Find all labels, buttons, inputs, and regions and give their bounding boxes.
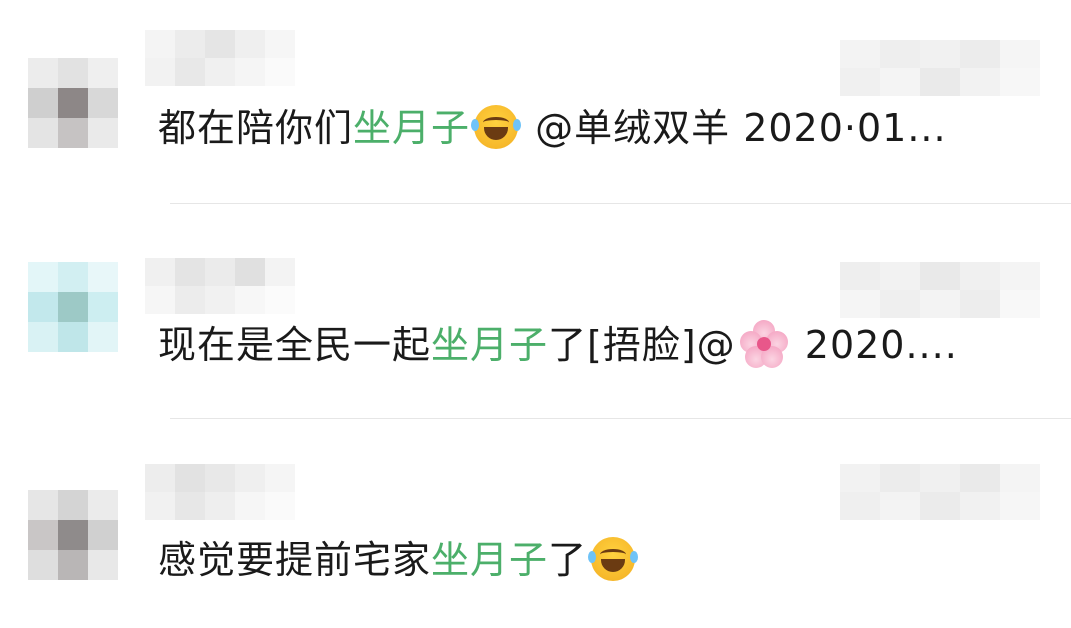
laughing-tears-emoji-icon — [588, 537, 639, 581]
topic-link[interactable]: 坐月子 — [353, 106, 470, 150]
comment-text-part: 都在陪你们 — [158, 106, 354, 150]
divider — [170, 203, 1071, 204]
timestamp-obscured — [840, 262, 1040, 318]
username-obscured[interactable] — [145, 30, 295, 86]
cherry-blossom-emoji-icon — [739, 320, 788, 368]
comment-text-part: 现在是全民一起 — [158, 323, 432, 367]
username-obscured[interactable] — [145, 464, 295, 520]
username-obscured[interactable] — [145, 258, 295, 314]
comment-item[interactable]: 现在是全民一起坐月子了[捂脸]@ 2020.... — [0, 210, 1071, 419]
comment-text-part: 了 — [548, 538, 588, 582]
comment-text-part: 了[捂脸]@ — [548, 323, 736, 367]
topic-link[interactable]: 坐月子 — [431, 323, 548, 367]
laughing-tears-emoji-icon — [471, 105, 522, 149]
comment-text-part: 感觉要提前宅家 — [158, 538, 432, 582]
avatar[interactable] — [28, 58, 118, 148]
comment-item[interactable]: 都在陪你们坐月子 @单绒双羊 2020·01... — [0, 0, 1071, 204]
comment-text: 都在陪你们坐月子 @单绒双羊 2020·01... — [158, 104, 947, 152]
comment-timestamp: 2020.... — [791, 323, 958, 367]
divider — [170, 418, 1071, 419]
topic-link[interactable]: 坐月子 — [431, 538, 548, 582]
avatar[interactable] — [28, 490, 118, 580]
comment-text: 感觉要提前宅家坐月子了 — [158, 536, 639, 584]
timestamp-obscured — [840, 40, 1040, 96]
comment-mention[interactable]: @单绒双羊 2020·01... — [522, 106, 947, 150]
comment-item[interactable]: 感觉要提前宅家坐月子了 — [0, 420, 1071, 620]
avatar[interactable] — [28, 262, 118, 352]
comment-text: 现在是全民一起坐月子了[捂脸]@ 2020.... — [158, 320, 958, 369]
timestamp-obscured — [840, 464, 1040, 520]
